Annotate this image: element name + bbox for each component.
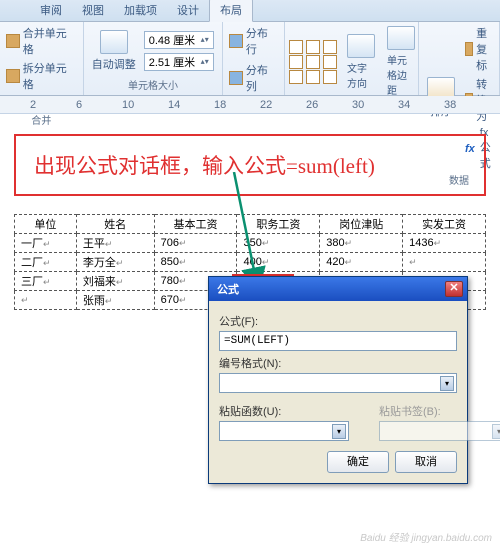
formula-label: 公式(F):: [219, 313, 457, 329]
paste-bm-select: ▾: [379, 421, 500, 441]
chevron-updown-icon: ▴▾: [201, 57, 209, 66]
table-row: 二厂↵李万全↵850↵400↵420↵↵: [15, 253, 486, 272]
align-tr-icon[interactable]: [323, 40, 337, 54]
cell-margins-button[interactable]: 单元格边距: [383, 24, 419, 99]
table-row: 单位姓名基本工资职务工资岗位津贴实发工资: [15, 215, 486, 234]
annotation-callout: 出现公式对话框，输入公式=sum(left): [14, 134, 486, 196]
horizontal-ruler[interactable]: 261014182226303438: [0, 96, 500, 114]
ribbon-tab-strip: 审阅 视图 加载项 设计 布局: [0, 0, 500, 22]
chevron-down-icon: ▾: [440, 376, 454, 391]
align-bl-icon[interactable]: [289, 70, 303, 84]
repeat-header-button[interactable]: 重复标: [463, 24, 495, 74]
numfmt-select[interactable]: ▾: [219, 373, 457, 393]
numfmt-label: 编号格式(N):: [219, 355, 457, 371]
tab-view[interactable]: 视图: [72, 0, 114, 21]
paste-bm-label: 粘贴书签(B):: [379, 403, 500, 419]
autofit-icon: [100, 30, 128, 54]
align-tc-icon[interactable]: [306, 40, 320, 54]
col-width-spinner[interactable]: 2.51 厘米▴▾: [144, 53, 214, 71]
tab-layout[interactable]: 布局: [209, 0, 253, 22]
align-tl-icon[interactable]: [289, 40, 303, 54]
watermark: Baidu 经验 jingyan.baidu.com: [360, 529, 492, 544]
chevron-updown-icon: ▴▾: [201, 35, 209, 44]
cell-margins-icon: [387, 26, 415, 50]
tab-design[interactable]: 设计: [167, 0, 209, 21]
text-direction-icon: [347, 34, 375, 58]
table-row: 一厂↵王平↵706↵350↵380↵1436↵: [15, 234, 486, 253]
group-label-size: 单元格大小: [88, 77, 219, 93]
cancel-button[interactable]: 取消: [395, 451, 457, 473]
alignment-grid[interactable]: [289, 40, 339, 84]
close-button[interactable]: ✕: [445, 281, 463, 297]
ribbon: 合并单元格 拆分单元格 拆分表格 合并 自动调整 0.48 厘米▴▾ 2.51 …: [0, 22, 500, 96]
split-cells-icon: [6, 69, 20, 83]
distribute-cols-button[interactable]: 分布列: [227, 61, 280, 95]
formula-dialog: 公式 ✕ 公式(F): 编号格式(N): ▾ 粘贴函数(U): ▾ 粘贴书签(B…: [208, 276, 468, 484]
tab-addins[interactable]: 加载项: [114, 0, 167, 21]
dialog-title-text: 公式: [217, 281, 239, 297]
align-br-icon[interactable]: [323, 70, 337, 84]
paste-fn-label: 粘贴函数(U):: [219, 403, 349, 419]
ok-button[interactable]: 确定: [327, 451, 389, 473]
merge-cells-icon: [6, 34, 20, 48]
align-mc-icon[interactable]: [306, 55, 320, 69]
chevron-down-icon: ▾: [492, 424, 500, 439]
split-cells-button[interactable]: 拆分单元格: [4, 59, 79, 93]
autofit-button[interactable]: 自动调整: [88, 28, 140, 74]
align-bc-icon[interactable]: [306, 70, 320, 84]
close-icon: ✕: [449, 282, 458, 294]
align-mr-icon[interactable]: [323, 55, 337, 69]
dialog-titlebar[interactable]: 公式 ✕: [209, 277, 467, 301]
paste-fn-select[interactable]: ▾: [219, 421, 349, 441]
align-ml-icon[interactable]: [289, 55, 303, 69]
distribute-cols-icon: [229, 71, 243, 85]
text-direction-button[interactable]: 文字方向: [343, 32, 379, 92]
tab-review[interactable]: 审阅: [30, 0, 72, 21]
row-height-spinner[interactable]: 0.48 厘米▴▾: [144, 31, 214, 49]
formula-input[interactable]: [219, 331, 457, 351]
distribute-rows-icon: [229, 34, 243, 48]
repeat-header-icon: [465, 42, 473, 56]
chevron-down-icon: ▾: [332, 424, 346, 439]
distribute-rows-button[interactable]: 分布行: [227, 24, 280, 58]
merge-cells-button[interactable]: 合并单元格: [4, 24, 79, 58]
